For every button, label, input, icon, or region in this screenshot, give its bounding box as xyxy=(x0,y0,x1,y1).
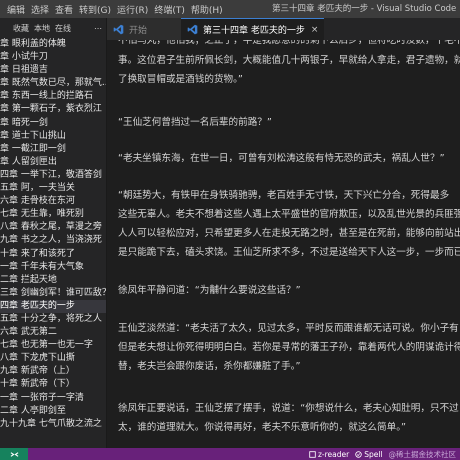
chapter-item[interactable]: 章 道士下山挑山 xyxy=(0,130,106,143)
chapter-list: 章 眼利盖的体魄章 小试牛刀章 日祖遗吉章 既然气数已尽，那就气... 章 东西一… xyxy=(0,38,106,431)
more-actions-icon[interactable]: ⋯ xyxy=(94,24,102,33)
chapter-item[interactable]: 七章 也无第一也无一字 xyxy=(0,339,106,352)
chapter-item[interactable]: 十章 来了和该死了 xyxy=(0,248,106,261)
reader-content[interactable]: 不怕乌丸，他怕我；之止了，半是我愿意的的剩下么后乡，但将吃时没数，干毛不嫌它？ … xyxy=(107,40,460,448)
paragraph-line: 但是老夫想让你死得明明白白。若你是寻常的藩王子孙，靠着两代人的阴谋诡计得 xyxy=(118,342,460,353)
status-bar: z-reader Spell @稀土掘金技术社区 xyxy=(0,448,460,460)
chapter-item[interactable]: 五章 阿，一夫当关 xyxy=(0,182,106,195)
menu-bar: 编辑 选择 查看 转到(G) 运行(R) 终端(T) 帮助(H) xyxy=(0,3,226,16)
chapter-item[interactable]: 章 人留剑匣出 xyxy=(0,156,106,169)
chapter-item[interactable]: 九章 书之之人，当浇浇死 xyxy=(0,234,106,247)
menu-item-edit[interactable]: 编辑 xyxy=(4,3,28,16)
chapter-item[interactable]: 一章 千年未有大气象 xyxy=(0,261,106,274)
chapter-item[interactable]: 章 暗死一剑 xyxy=(0,117,106,130)
paragraph-line: “朝廷势大，有铁甲在身铁骑驰骋，老百姓手无寸铁，天下兴亡分合，死得最多 xyxy=(118,190,450,201)
tab-chapter-34[interactable]: 第三十四章 老匹夫的一步 × xyxy=(181,18,325,40)
close-icon[interactable]: × xyxy=(311,25,319,35)
chapter-item[interactable]: 一章 一张帘子一字清 xyxy=(0,392,106,405)
sidebar-tabs: 收藏 本地 在线 ⋯ xyxy=(0,18,106,38)
paragraph-line: “王仙芝何曾挡过一名后辈的前路？” xyxy=(118,117,272,128)
vscode-icon xyxy=(113,24,124,34)
remote-icon xyxy=(10,451,18,457)
chapter-item[interactable]: 五章 十分之争，将死之人 xyxy=(0,313,106,326)
chapter-item[interactable]: 十章 新武帝（下） xyxy=(0,378,106,391)
chapter-item[interactable]: 二章 拦起天地 xyxy=(0,274,106,287)
chapter-item[interactable]: 章 一截江即一剑 xyxy=(0,143,106,156)
chapter-item[interactable]: 二章 人亭即剑至 xyxy=(0,405,106,418)
paragraph-line: 是只能跪下去，磕头求饶。王仙芝所求不多，不过是送给天下人这一步，一步而已 xyxy=(118,247,460,258)
tab-active-label: 第三十四章 老匹夫的一步 xyxy=(203,26,305,36)
tab-start-label: 开始 xyxy=(129,25,148,36)
check-circle-icon xyxy=(355,450,362,458)
tab-start[interactable]: 开始 xyxy=(107,18,181,40)
paragraph-line: 徐凤年平静问道：“为黼什么要说这些话？” xyxy=(118,285,301,296)
chapter-item[interactable]: 章 东西一线上的拦路石 xyxy=(0,90,106,103)
chapter-item[interactable]: 章 小试牛刀 xyxy=(0,51,106,64)
chapter-item[interactable]: 三章 剑幽剑军！谁可匹敌？ xyxy=(0,287,106,300)
paragraph-line: 了换取冒帽或是酒钱的货物。” xyxy=(118,74,243,85)
paragraph-line: “老夫坐镇东海，在世一日，可曾有刘松涛这般有恃无恐的武夫，祸乱人世？” xyxy=(118,153,445,164)
chapter-item[interactable]: 八章 下龙虎下山撕 xyxy=(0,352,106,365)
chapter-item[interactable]: 章 第一颗石子，紫衣烈江 xyxy=(0,103,106,116)
chapter-item[interactable]: 九十九章 七气爪散之流之 xyxy=(0,418,106,431)
sidebar-tab-online[interactable]: 在线 xyxy=(55,23,71,34)
chapter-item[interactable]: 八章 春秋之尾，草漫之旁 xyxy=(0,221,106,234)
spell-status[interactable]: Spell xyxy=(355,449,383,459)
menu-item-run[interactable]: 运行(R) xyxy=(114,3,151,16)
chapter-item[interactable]: 七章 无生靠，唯死别 xyxy=(0,208,106,221)
menu-item-view[interactable]: 查看 xyxy=(52,3,76,16)
menu-item-selection[interactable]: 选择 xyxy=(28,3,52,16)
chapter-item[interactable]: 四章 一举下江，敬酒答剑 xyxy=(0,169,106,182)
watermark: @稀土掘金技术社区 xyxy=(388,449,457,459)
menu-item-go[interactable]: 转到(G) xyxy=(76,3,114,16)
paragraph-line: 王仙芝淡然道：“老夫活了太久，见过太多，平时反而跟谁都无话可说。你小子有 xyxy=(118,323,459,334)
remote-indicator[interactable] xyxy=(0,448,28,460)
sidebar: 收藏 本地 在线 ⋯ 章 眼利盖的体魄章 小试牛刀章 日祖遗吉章 既然气数已尽，… xyxy=(0,18,106,448)
vscode-icon xyxy=(187,24,198,35)
window-title: 第三十四章 老匹夫的一步 - Visual Studio Code xyxy=(272,4,457,14)
paragraph-line: 替，老夫岂会跟你废话，杀你都嫌脏了手。” xyxy=(118,361,301,372)
menu-item-help[interactable]: 帮助(H) xyxy=(188,3,226,16)
chapter-item[interactable]: 九章 新武帝（上） xyxy=(0,365,106,378)
paragraph-line: 徐凤年正要说话，王仙芝摆了摆手，说道：“你想说什么，老夫心知肚明，只不过 xyxy=(118,403,459,414)
chapter-item[interactable]: 四章 老匹夫的一步 xyxy=(0,299,106,313)
editor-tab-bar: 开始 第三十四章 老匹夫的一步 × xyxy=(107,18,460,40)
menu-item-terminal[interactable]: 终端(T) xyxy=(151,3,188,16)
chapter-item[interactable]: 章 既然气数已尽，那就气... xyxy=(0,77,106,90)
chapter-item[interactable]: 章 日祖遗吉 xyxy=(0,64,106,77)
paragraph-line: 不怕乌丸，他怕我；之止了，半是我愿意的的剩下么后乡，但将吃时没数，干毛不嫌它？ xyxy=(118,40,460,46)
paragraph-line: 人人可以轻松应对，只希望更多人在走投无路之时，甚至是在死前，能够向前站出 xyxy=(118,228,460,239)
paragraph-line: 事。这位君子生前所佩长剑，大概能值几十两银子，早就给人拿走，君子遗物，就 xyxy=(118,55,460,66)
title-bar: 编辑 选择 查看 转到(G) 运行(R) 终端(T) 帮助(H) 第三十四章 老… xyxy=(0,0,460,18)
sidebar-tab-favorites[interactable]: 收藏 xyxy=(13,23,29,34)
z-reader-status[interactable]: z-reader xyxy=(309,450,349,459)
chapter-item[interactable]: 章 眼利盖的体魄 xyxy=(0,38,106,51)
book-icon xyxy=(309,450,316,458)
paragraph-line: 这些无辜人。老夫不想着这些人遇上太平盛世的官府欺压，以及乱世光景的兵匪强 xyxy=(118,209,460,220)
chapter-item[interactable]: 六章 武无第二 xyxy=(0,326,106,339)
spell-label: Spell xyxy=(364,449,383,459)
sidebar-tab-local[interactable]: 本地 xyxy=(34,23,50,34)
z-reader-label: z-reader xyxy=(317,449,350,459)
paragraph-line: 太，谁的道理就大。你说得再好，老夫不乐意听你的，就这么简单。” xyxy=(118,422,406,433)
chapter-item[interactable]: 六章 走骨枝在东河 xyxy=(0,195,106,208)
